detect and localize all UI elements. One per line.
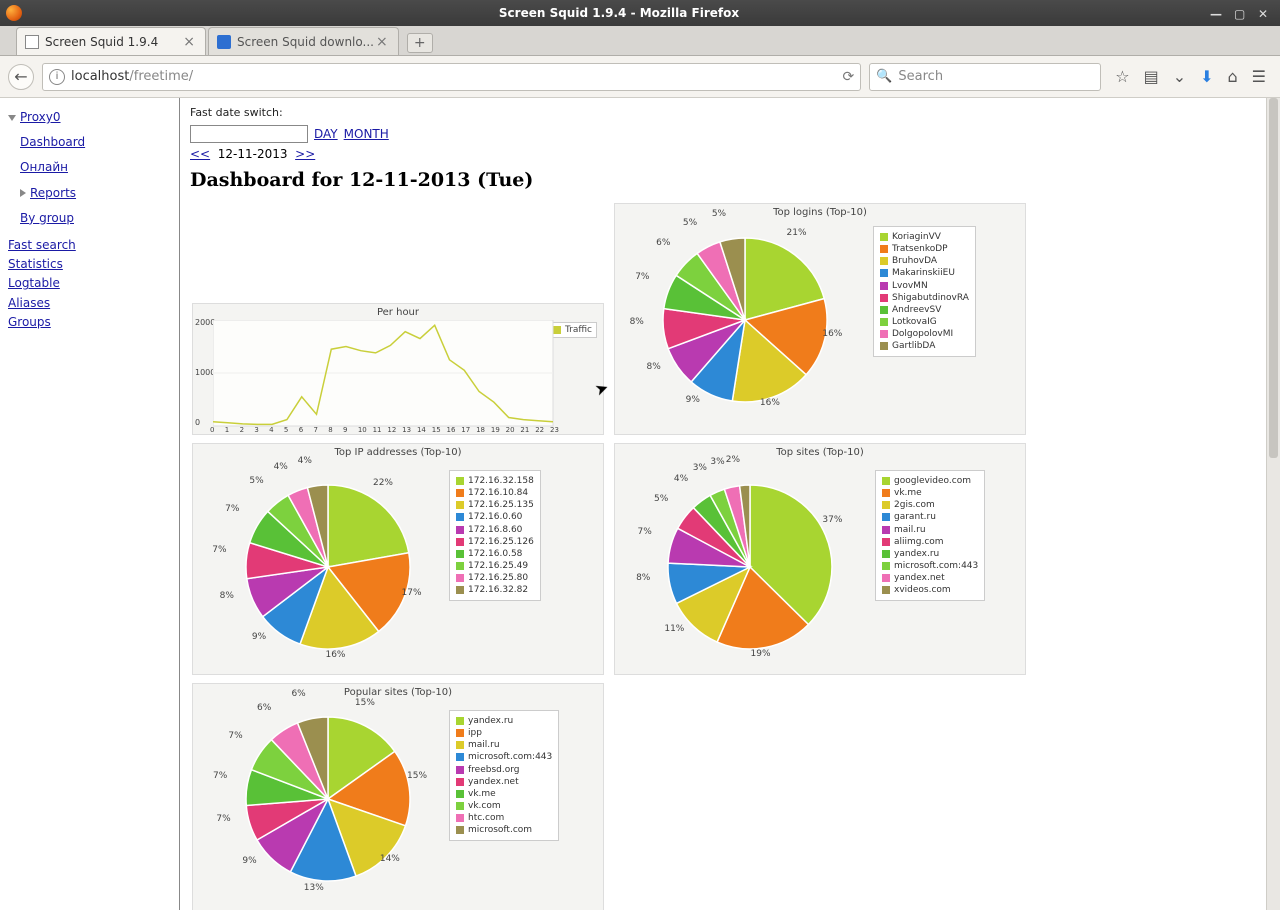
prev-date[interactable]: << [190, 147, 210, 161]
day-link[interactable]: DAY [314, 127, 338, 141]
new-tab-button[interactable]: + [407, 33, 433, 53]
tab-close[interactable]: × [374, 34, 390, 50]
win-close[interactable]: ✕ [1258, 7, 1270, 19]
titlebar: Screen Squid 1.9.4 - Mozilla Firefox — ▢… [0, 0, 1280, 26]
win-maximize[interactable]: ▢ [1234, 7, 1246, 19]
url-host: localhost [71, 69, 129, 84]
urlbar[interactable]: i localhost/freetime/ ⟳ [42, 63, 861, 91]
downloads-icon[interactable]: ⬇ [1200, 67, 1213, 86]
expand-icon[interactable] [20, 189, 26, 197]
sidebar-proxy[interactable]: Proxy0 [20, 110, 61, 124]
chart-per-hour: Per hour Traffic 2000 1000 0 01234567891… [192, 303, 604, 435]
menu-icon[interactable]: ☰ [1252, 67, 1266, 86]
legend: 172.16.32.158172.16.10.84172.16.25.13517… [449, 470, 541, 601]
chart-top-logins: Top logins (Top-10)21%16%16%9%8%8%7%6%5%… [614, 203, 1026, 435]
bookmark-star-icon[interactable]: ☆ [1115, 67, 1129, 86]
back-button[interactable]: ← [8, 64, 34, 90]
fast-date-switch-label: Fast date switch: [190, 106, 1270, 119]
sidebar-fastsearch[interactable]: Fast search [8, 236, 171, 255]
chart-top-sites: Top sites (Top-10)37%19%11%8%7%5%4%3%3%2… [614, 443, 1026, 675]
sidebar-bygroup[interactable]: By group [8, 209, 171, 228]
sidebar-aliases[interactable]: Aliases [8, 294, 171, 313]
pie-plot [625, 452, 875, 682]
legend: yandex.ruippmail.rumicrosoft.com:443free… [449, 710, 559, 841]
tab-label: Screen Squid downlo... [237, 35, 374, 49]
searchbar[interactable]: 🔍 Search [869, 63, 1101, 91]
legend: googlevideo.comvk.me2gis.comgarant.rumai… [875, 470, 985, 601]
sidebar-logtable[interactable]: Logtable [8, 274, 171, 293]
line-plot [213, 320, 563, 432]
sidebar-online[interactable]: Онлайн [8, 158, 171, 177]
dashboard-heading: Dashboard for 12-11-2013 (Tue) [190, 169, 1270, 191]
firefox-icon [6, 5, 22, 21]
pie-plot [203, 692, 453, 906]
win-minimize[interactable]: — [1210, 7, 1222, 19]
next-date[interactable]: >> [295, 147, 315, 161]
chart-popular-sites: Popular sites (Top-10)15%15%14%13%9%7%7%… [192, 683, 604, 910]
sidebar-groups[interactable]: Groups [8, 313, 171, 332]
legend: KoriaginVVTratsenkoDPBruhovDAMakarinskii… [873, 226, 976, 357]
current-date: 12-11-2013 [218, 147, 288, 161]
chart-top-ip: Top IP addresses (Top-10)22%17%16%9%8%7%… [192, 443, 604, 675]
sidebar-reports[interactable]: Reports [30, 186, 76, 200]
chart-title: Per hour [193, 307, 603, 318]
home-icon[interactable]: ⌂ [1228, 67, 1238, 86]
sidebar-dashboard[interactable]: Dashboard [8, 133, 171, 152]
month-link[interactable]: MONTH [344, 127, 389, 141]
navbar: ← i localhost/freetime/ ⟳ 🔍 Search ☆ ▤ ⌄… [0, 56, 1280, 98]
sidebar-statistics[interactable]: Statistics [8, 255, 171, 274]
collapse-icon[interactable] [8, 115, 16, 121]
tab-1[interactable]: Screen Squid 1.9.4 × [16, 27, 206, 55]
scrollbar-thumb[interactable] [1269, 98, 1278, 458]
favicon [25, 35, 39, 49]
site-info-icon[interactable]: i [49, 69, 65, 85]
search-placeholder: Search [898, 69, 943, 84]
tabstrip: Screen Squid 1.9.4 × Screen Squid downlo… [0, 26, 1280, 56]
favicon [217, 35, 231, 49]
tab-2[interactable]: Screen Squid downlo... × [208, 27, 399, 55]
pie-plot [203, 452, 453, 682]
library-icon[interactable]: ▤ [1144, 67, 1159, 86]
sidebar: Proxy0 Dashboard Онлайн Reports By group… [0, 98, 180, 910]
reload-button[interactable]: ⟳ [842, 69, 854, 85]
tab-close[interactable]: × [181, 34, 197, 50]
search-icon: 🔍 [876, 69, 892, 84]
tab-label: Screen Squid 1.9.4 [45, 35, 158, 49]
window-title: Screen Squid 1.9.4 - Mozilla Firefox [28, 6, 1210, 20]
url-path: /freetime/ [129, 69, 193, 84]
content: Fast date switch: DAY MONTH << 12-11-201… [180, 98, 1280, 910]
scrollbar[interactable] [1266, 98, 1280, 910]
pocket-icon[interactable]: ⌄ [1173, 67, 1186, 86]
date-input[interactable] [190, 125, 308, 143]
